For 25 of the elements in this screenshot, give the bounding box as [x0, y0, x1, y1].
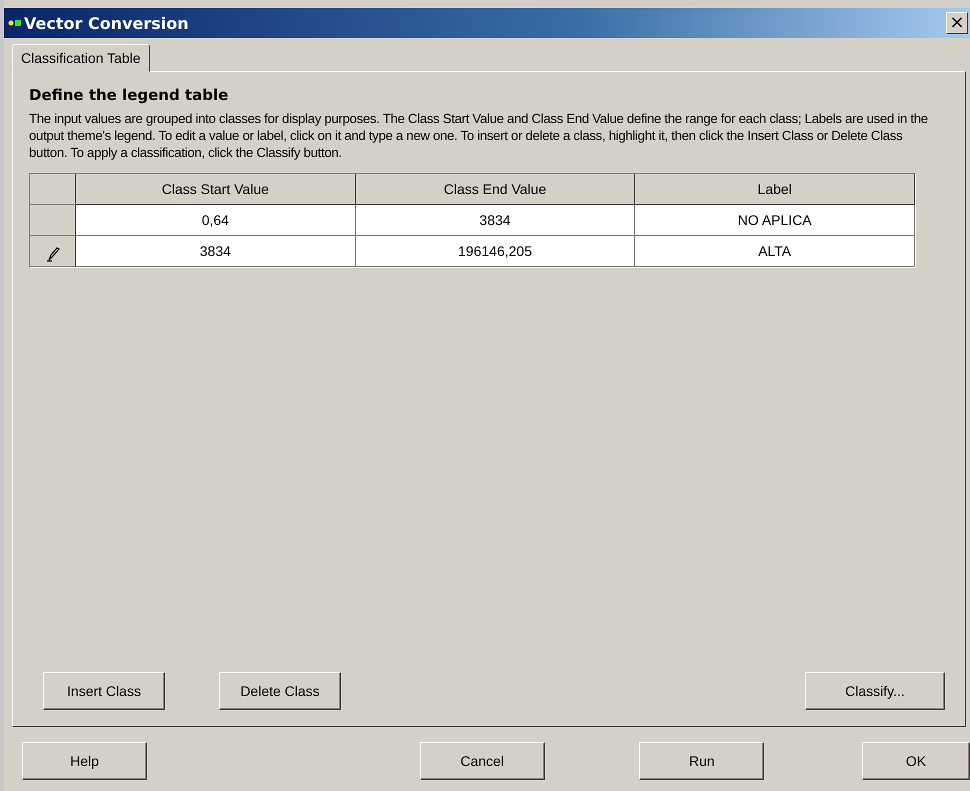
dialog-button[interactable]: Help — [22, 742, 147, 780]
pencil-icon — [46, 246, 60, 262]
column-header[interactable]: Class End Value — [356, 174, 636, 205]
dialog-button[interactable]: Run — [639, 742, 764, 780]
table-cell[interactable]: 196146,205 — [356, 236, 636, 267]
panel-button[interactable]: Classify... — [805, 672, 945, 710]
row-header[interactable] — [30, 205, 76, 236]
column-header[interactable]: Class Start Value — [76, 174, 356, 205]
section-heading: Define the legend table — [29, 86, 230, 104]
panel-button[interactable]: Insert Class — [43, 672, 165, 710]
tab[interactable]: Classification Table — [12, 44, 150, 72]
dialog-button[interactable]: Cancel — [420, 742, 545, 780]
description-text: The input values are grouped into classes for display purposes. The Class Start Value and Class End Value define the range for each class; Labels are used in the output theme's legend. To edit a value or label, click on it and type a new one. To insert or delete a class, highlight it, then click the Insert Class or Delete Class button. To apply a classification, click the Classify button. — [29, 110, 929, 161]
table-cell[interactable]: 0,64 — [76, 205, 356, 236]
close-button[interactable]: × — [946, 12, 968, 34]
panel-button[interactable]: Delete Class — [219, 672, 341, 710]
dots-icon — [8, 19, 22, 27]
row-header[interactable] — [30, 236, 76, 267]
dialog-button[interactable]: OK — [862, 742, 970, 780]
table-cell[interactable]: ALTA — [635, 236, 916, 267]
column-header[interactable]: Label — [635, 174, 916, 205]
table-cell[interactable]: 3834 — [76, 236, 356, 267]
window-title: Vector Conversion — [24, 14, 189, 32]
table-cell[interactable]: 3834 — [356, 205, 636, 236]
table-cell[interactable]: NO APLICA — [635, 205, 916, 236]
